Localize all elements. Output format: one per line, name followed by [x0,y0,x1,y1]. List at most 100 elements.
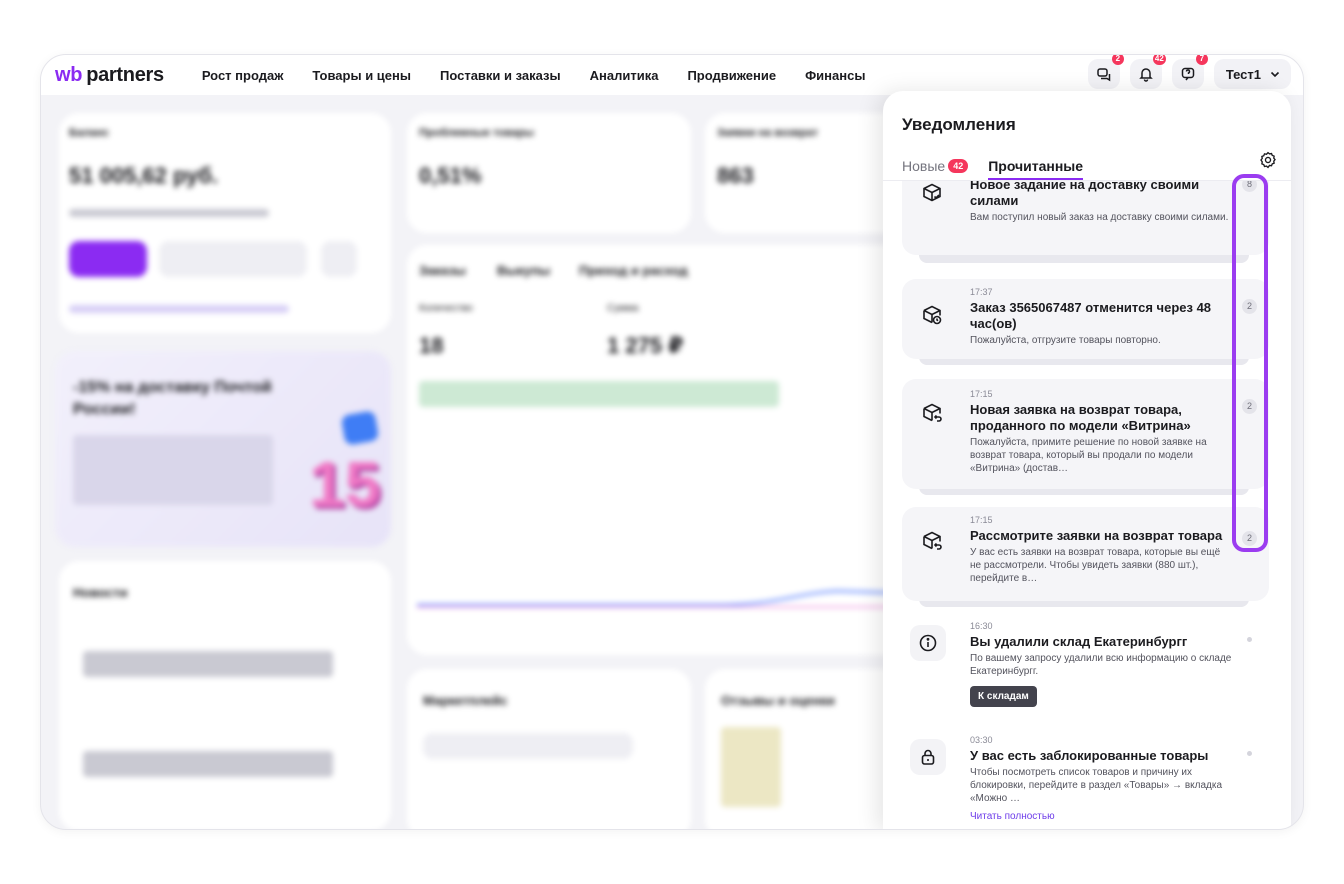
box-clock-icon [923,305,942,325]
notification-item[interactable]: 16:30 Вы удалили склад Екатеринбургг По … [902,617,1269,721]
app-window: wb partners Рост продаж Товары и цены По… [40,54,1304,830]
box-return-icon [923,531,942,550]
balance-tags [69,305,289,313]
qty-label: Количество [419,303,473,314]
unread-dot [1247,637,1252,642]
review-product-image [721,727,781,807]
read-more-link[interactable]: Читать полностью [970,811,1232,822]
orders-chart [417,589,897,608]
notifications-button[interactable]: 42 [1129,55,1166,89]
reviews-card: Отзывы и оценки [705,669,905,829]
tab-new[interactable]: Новые 42 [902,158,969,174]
notifications-badge: 42 [1152,54,1166,65]
tab-new-count: 42 [948,159,969,173]
promo-number: 15 [309,448,381,520]
notification-title: Вы удалили склад Екатеринбургг [970,634,1188,649]
notification-title: Заказ 3565067487 отменится через 48 час(… [970,300,1212,331]
top-navigation: wb partners Рост продаж Товары и цены По… [41,55,1303,95]
qty-value: 18 [419,333,444,358]
notification-text: По вашему запросу удалили всю информацию… [970,653,1232,677]
news-title: Новости [73,585,128,600]
notification-body: 17:37 Заказ 3565067487 отменится через 4… [970,287,1232,347]
reports-button[interactable] [159,241,307,277]
notification-item[interactable]: 17:37 Заказ 3565067487 отменится через 4… [902,279,1269,359]
info-icon-box [910,625,946,661]
chat-badge: 2 [1111,55,1124,65]
notification-text: Вам поступил новый заказ на доставку сво… [970,212,1229,223]
nav-item-finance[interactable]: Финансы [805,68,865,83]
notifications-panel: Уведомления Новые 42 Прочитанные Новое з… [883,91,1291,829]
logo-prefix: wb [55,63,83,86]
wb-partners-logo[interactable]: wb partners [55,64,164,87]
notification-time: 17:15 [970,389,993,399]
notification-item[interactable]: 03:30 У вас есть заблокированные товары … [902,731,1269,829]
tab-new-label: Новые [902,158,946,174]
problem-goods-card: Проблемные товары 0,51% [407,113,691,233]
marketplace-filter[interactable] [423,733,633,759]
balance-extra-button[interactable] [321,241,357,277]
problem-goods-label: Проблемные товары [419,127,534,139]
support-button[interactable]: 7 [1171,55,1208,89]
notification-item[interactable]: 17:15 Рассмотрите заявки на возврат това… [902,507,1269,601]
notification-title: Новая заявка на возврат товара, проданно… [970,402,1191,433]
tab-flow[interactable]: Приход и расход [579,263,688,278]
balance-card: Баланс 51 005,62 руб. [59,113,391,333]
notifications-list: Новое задание на доставку своими силами … [883,181,1291,829]
header-actions: 2 42 7 Тест1 [1087,55,1291,89]
nav-item-analytics[interactable]: Аналитика [590,68,659,83]
user-name: Тест1 [1225,66,1261,82]
notification-time: 03:30 [970,735,993,745]
support-chat-icon [1181,67,1195,81]
sum-label: Сумма [607,303,639,314]
tab-read[interactable]: Прочитанные [988,158,1083,180]
notification-text: Чтобы посмотреть список товаров и причин… [970,767,1223,804]
sum-value: 1 275 ₽ [607,333,684,358]
nav-item-supplies-orders[interactable]: Поставки и заказы [440,68,561,83]
user-menu[interactable]: Тест1 [1213,59,1291,89]
notification-time: 17:37 [970,287,993,297]
news-item[interactable] [83,751,333,777]
notification-count: 2 [1242,531,1257,546]
nav-item-promotion[interactable]: Продвижение [687,68,776,83]
marketplace-title: Маркетплейс [423,693,508,708]
orders-card: Заказы Выкупы Приход и расход Количество… [407,245,907,655]
notification-count: 2 [1242,299,1257,314]
tab-buyouts[interactable]: Выкупы [497,263,550,278]
reviews-title: Отзывы и оценки [721,693,835,708]
notification-body: 16:30 Вы удалили склад Екатеринбургг По … [970,621,1232,707]
main-menu: Рост продаж Товары и цены Поставки и зак… [202,68,895,83]
promo-card-image [340,410,380,446]
notifications-tabs: Новые 42 Прочитанные [902,155,1083,180]
info-icon [919,634,937,652]
support-badge: 7 [1195,55,1208,65]
balance-label: Баланс [69,127,109,139]
notification-count: 2 [1242,399,1257,414]
problem-goods-value: 0,51% [419,163,482,188]
tab-orders[interactable]: Заказы [419,263,466,278]
chat-icon [1097,68,1111,82]
promo-banner[interactable]: -15% на доставку Почтой России! 15 [55,351,391,547]
orders-trend [419,381,779,407]
gear-icon[interactable] [1259,151,1277,169]
balance-value: 51 005,62 руб. [69,163,219,188]
notification-body: 03:30 У вас есть заблокированные товары … [970,735,1232,822]
news-item[interactable] [83,651,333,677]
promo-text [73,435,273,505]
lock-icon-box [910,739,946,775]
panel-title: Уведомления [902,115,1016,134]
returns-card: Заявки на возврат 863 [705,113,905,233]
nav-item-sales-growth[interactable]: Рост продаж [202,68,284,83]
notification-item[interactable]: 17:15 Новая заявка на возврат товара, пр… [902,379,1269,489]
notification-body: 17:15 Новая заявка на возврат товара, пр… [970,389,1232,475]
chevron-down-icon [1270,71,1280,78]
notification-body: Новое задание на доставку своими силами … [970,181,1232,224]
notification-title: Рассмотрите заявки на возврат товара [970,528,1223,543]
to-warehouses-button[interactable]: К складам [970,686,1037,707]
nav-item-goods-prices[interactable]: Товары и цены [312,68,411,83]
withdraw-button[interactable] [69,241,147,277]
notification-time: 16:30 [970,621,993,631]
news-card: Новости [59,561,391,829]
chat-button[interactable]: 2 [1087,55,1124,89]
notification-item[interactable]: Новое задание на доставку своими силами … [902,181,1269,255]
box-check-icon [923,183,941,202]
